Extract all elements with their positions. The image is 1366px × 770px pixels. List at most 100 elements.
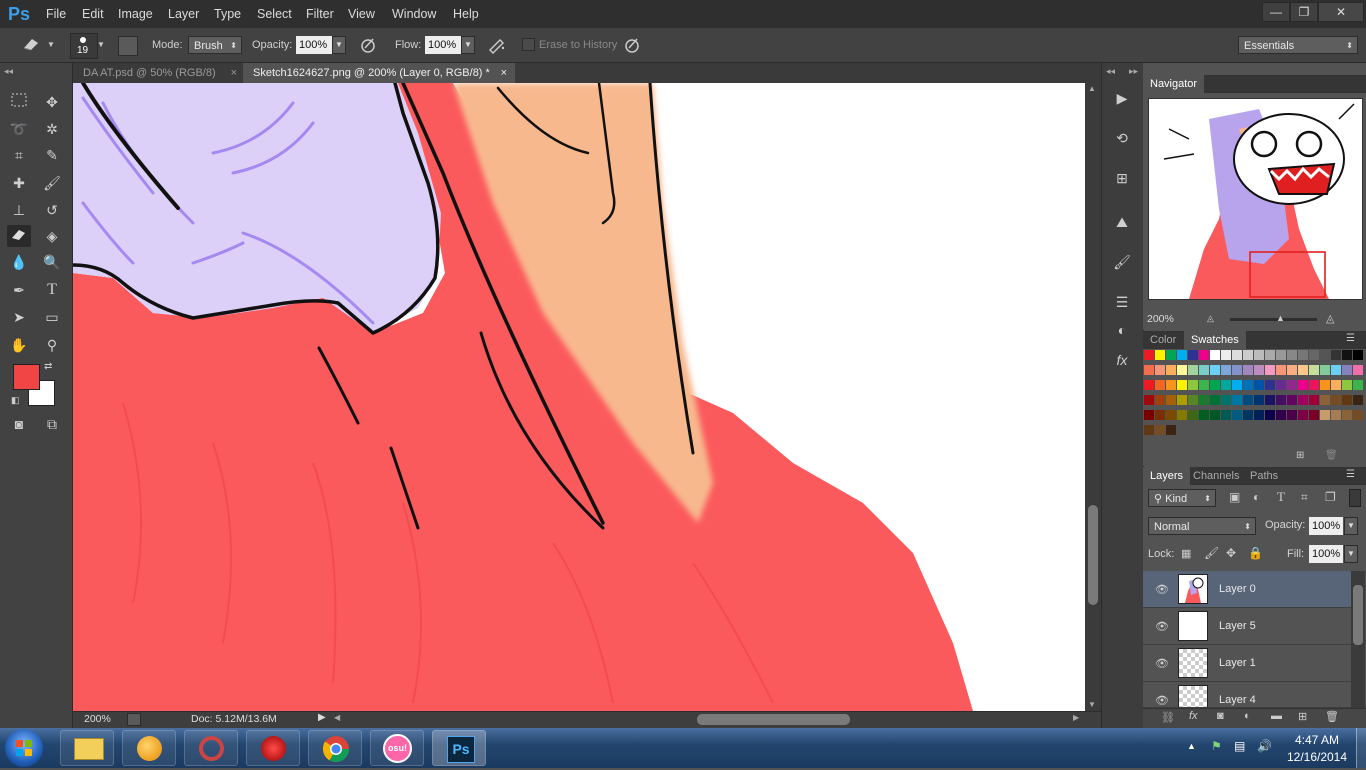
swatch[interactable]	[1353, 350, 1363, 360]
swatch[interactable]	[1342, 380, 1352, 390]
swatch[interactable]	[1210, 380, 1220, 390]
menu-layer[interactable]: Layer	[168, 7, 199, 21]
swatch[interactable]	[1254, 380, 1264, 390]
tab-sketch[interactable]: Sketch1624627.png @ 200% (Layer 0, RGB/8…	[243, 63, 515, 83]
scroll-down-icon[interactable]: ▼	[1088, 700, 1096, 709]
eraser-tool-icon[interactable]	[7, 225, 31, 247]
swatch[interactable]	[1166, 365, 1176, 375]
panel-menu-icon[interactable]: ☰	[1346, 469, 1355, 480]
swatch[interactable]	[1199, 350, 1209, 360]
swatch[interactable]	[1221, 395, 1231, 405]
swatch[interactable]	[1342, 365, 1352, 375]
add-mask-icon[interactable]: ◙	[1217, 710, 1224, 722]
swatch[interactable]	[1265, 410, 1275, 420]
swatch[interactable]	[1232, 410, 1242, 420]
brush-preset-picker[interactable]: 19	[70, 33, 98, 59]
visibility-eye-icon[interactable]: 👁	[1155, 620, 1169, 633]
zoom-slider-thumb-icon[interactable]: ▲	[1276, 313, 1285, 323]
taskbar-ball-app[interactable]	[122, 730, 176, 766]
tab-layers[interactable]: Layers	[1143, 467, 1191, 485]
visibility-eye-icon[interactable]: 👁	[1155, 657, 1169, 670]
swatch[interactable]	[1243, 350, 1253, 360]
swatch[interactable]	[1188, 410, 1198, 420]
swatch[interactable]	[1144, 410, 1154, 420]
screen-mode-icon[interactable]: ⧉	[40, 413, 64, 435]
swatch[interactable]	[1177, 365, 1187, 375]
taskbar-explorer[interactable]	[60, 730, 114, 766]
lock-transparent-icon[interactable]: ▦	[1181, 547, 1191, 560]
vertical-scrollbar[interactable]	[1085, 83, 1101, 711]
lasso-tool-icon[interactable]: ➰	[7, 118, 31, 140]
document-canvas[interactable]	[73, 83, 1085, 711]
swatch[interactable]	[1243, 365, 1253, 375]
swatch[interactable]	[1353, 410, 1363, 420]
menu-file[interactable]: File	[46, 7, 66, 21]
collapse-toolbar-icon[interactable]: ◂◂	[4, 66, 13, 77]
swatch[interactable]	[1177, 380, 1187, 390]
swatch[interactable]	[1166, 350, 1176, 360]
pressure-size-icon[interactable]	[622, 36, 642, 57]
swatch[interactable]	[1210, 410, 1220, 420]
horizontal-scroll-thumb[interactable]	[697, 714, 850, 725]
swatch[interactable]	[1243, 395, 1253, 405]
swatch[interactable]	[1276, 395, 1286, 405]
swatch[interactable]	[1221, 350, 1231, 360]
swatch[interactable]	[1188, 365, 1198, 375]
visibility-eye-icon[interactable]: 👁	[1155, 694, 1169, 707]
pen-tool-icon[interactable]: ✒	[7, 279, 31, 301]
brush-settings-icon[interactable]: ☰	[1112, 292, 1132, 312]
swatch[interactable]	[1155, 365, 1165, 375]
taskbar-osu[interactable]: osu!	[370, 730, 424, 766]
network-icon[interactable]: ▤	[1234, 739, 1245, 753]
visibility-eye-icon[interactable]: 👁	[1155, 583, 1169, 596]
eraser-tool-icon[interactable]	[20, 36, 42, 55]
workspace-select[interactable]: Essentials ⬍	[1238, 36, 1358, 54]
menu-select[interactable]: Select	[257, 7, 292, 21]
swatch[interactable]	[1177, 350, 1187, 360]
taskbar-media-app[interactable]	[184, 730, 238, 766]
fill-arrow-icon[interactable]: ▼	[1344, 545, 1358, 563]
swatch[interactable]	[1265, 350, 1275, 360]
flow-input[interactable]: 100%	[425, 36, 461, 54]
swatch[interactable]	[1265, 395, 1275, 405]
layers-scroll-thumb[interactable]	[1353, 585, 1363, 645]
paint-bucket-tool-icon[interactable]: ◈	[40, 225, 64, 247]
pressure-opacity-icon[interactable]	[358, 36, 378, 57]
swatch[interactable]	[1342, 395, 1352, 405]
swatch[interactable]	[1155, 410, 1165, 420]
panel-menu-icon[interactable]: ☰	[1346, 333, 1355, 344]
lock-position-icon[interactable]: ✥	[1226, 546, 1236, 560]
play-action-icon[interactable]: ▶	[1112, 88, 1132, 108]
swatch[interactable]	[1221, 380, 1231, 390]
lock-image-icon[interactable]: 🖌	[1204, 546, 1219, 560]
swatch[interactable]	[1144, 395, 1154, 405]
swatch[interactable]	[1331, 380, 1341, 390]
swatch[interactable]	[1276, 410, 1286, 420]
adjustment-layer-icon[interactable]: ◐	[1244, 710, 1251, 722]
eyedropper-tool-icon[interactable]: ✎	[40, 144, 64, 166]
swatch[interactable]	[1254, 350, 1264, 360]
dodge-tool-icon[interactable]: 🔍	[40, 251, 64, 273]
swatch[interactable]	[1210, 365, 1220, 375]
fill-input[interactable]: 100%	[1309, 545, 1343, 563]
swatch[interactable]	[1177, 410, 1187, 420]
fx-icon[interactable]: fx	[1189, 710, 1198, 722]
swatch[interactable]	[1331, 365, 1341, 375]
clock-time[interactable]: 4:47 AM	[1293, 733, 1341, 747]
brush-preset-arrow-icon[interactable]: ▼	[97, 40, 105, 49]
swatch[interactable]	[1298, 380, 1308, 390]
swatch[interactable]	[1276, 350, 1286, 360]
swatch[interactable]	[1188, 380, 1198, 390]
blur-tool-icon[interactable]: 💧	[7, 251, 31, 273]
swatch[interactable]	[1298, 410, 1308, 420]
swatch[interactable]	[1342, 350, 1352, 360]
new-swatch-icon[interactable]: ⊞	[1296, 450, 1304, 461]
brush-tool-icon[interactable]: 🖌	[40, 172, 64, 194]
swatch[interactable]	[1166, 380, 1176, 390]
expand-panels-icon[interactable]: ▸▸	[1129, 66, 1138, 77]
swatch[interactable]	[1210, 395, 1220, 405]
swatch[interactable]	[1287, 350, 1297, 360]
swatch[interactable]	[1287, 380, 1297, 390]
clone-stamp-tool-icon[interactable]: ⊥	[7, 199, 31, 221]
filter-toggle[interactable]	[1349, 489, 1361, 507]
